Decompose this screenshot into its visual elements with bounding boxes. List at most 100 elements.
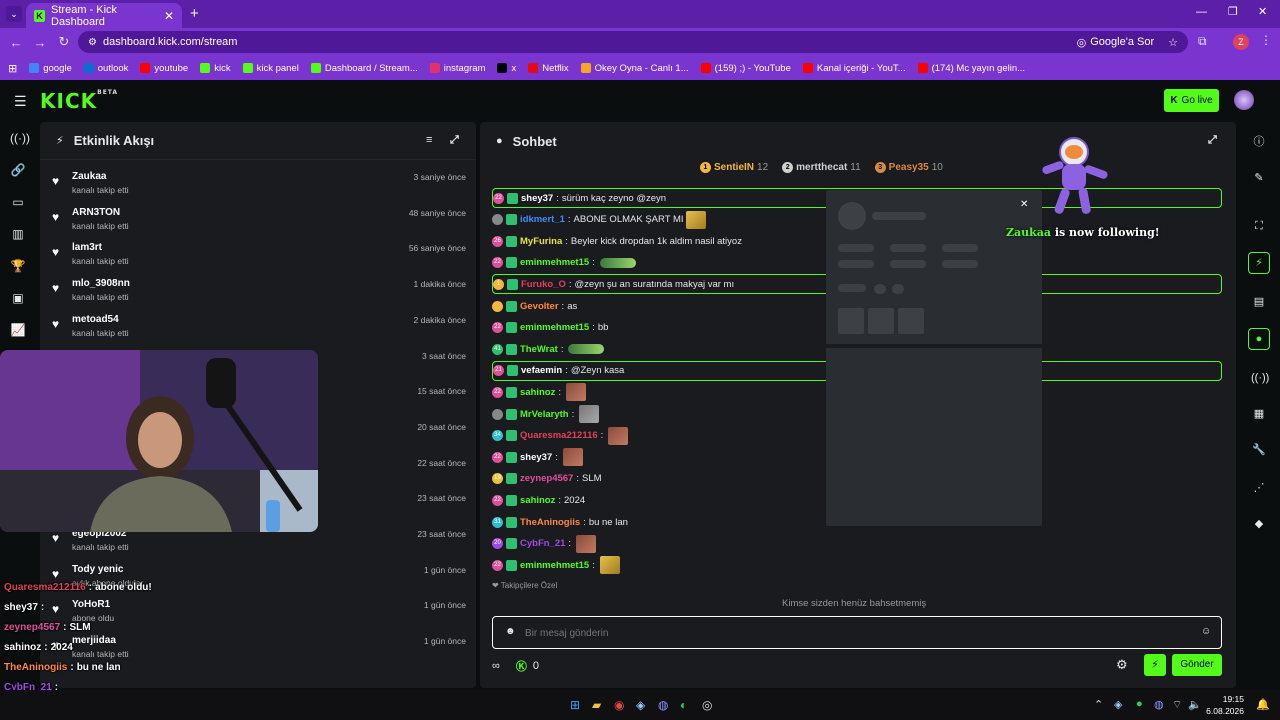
bookmark-item[interactable]: (159) ;) - YouTube xyxy=(700,63,791,74)
browser-menu-icon[interactable]: ⋮ xyxy=(1260,33,1272,47)
start-icon[interactable]: ⊞ xyxy=(570,698,580,712)
chat-username[interactable]: eminmehmet15 xyxy=(520,257,589,268)
bookmark-item[interactable]: Okey Oyna - Canlı 1... xyxy=(580,63,689,74)
filter-icon[interactable]: ≡ xyxy=(426,134,432,146)
emoji-icon[interactable]: ☺ xyxy=(1201,626,1211,637)
chat-username[interactable]: vefaemin xyxy=(521,365,562,376)
profile-avatar[interactable]: Z xyxy=(1233,34,1249,50)
bookmark-item[interactable]: Netflix xyxy=(528,63,569,74)
discord-icon[interactable]: ◍ xyxy=(658,698,668,712)
kick-bot-icon[interactable]: ⚡ xyxy=(1144,654,1166,676)
analytics-icon[interactable]: ▥ xyxy=(10,226,26,242)
notes-icon[interactable]: ▤ xyxy=(1251,294,1267,310)
bookmark-item[interactable]: Kanal içeriği - YouT... xyxy=(802,63,906,74)
address-bar[interactable]: ⚙ dashboard.kick.com/stream ◎ Google'a So… xyxy=(78,31,1188,53)
window-icon[interactable]: ▭ xyxy=(10,194,26,210)
leaderboard-entry[interactable]: 3 Peasy35 10 xyxy=(874,162,943,173)
ask-google-button[interactable]: ◎ Google'a Sor xyxy=(1077,36,1154,49)
overlay-close-icon[interactable]: ✕ xyxy=(1020,199,1028,210)
leaderboard-entry[interactable]: 1 SentieIN 12 xyxy=(700,162,768,173)
new-tab-button[interactable]: + xyxy=(190,5,199,22)
bookmark-item[interactable]: youtube xyxy=(140,63,188,74)
bookmark-item[interactable]: google xyxy=(29,63,72,74)
activity-event[interactable]: ♥ metoad54 kanalı takip etti 2 dakika önce xyxy=(40,309,476,345)
bookmark-item[interactable]: instagram xyxy=(429,63,485,74)
leaderboard-entry[interactable]: 2 mertthecat 11 xyxy=(782,162,861,173)
chat-username[interactable]: zeynep4567 xyxy=(520,473,573,484)
fullscreen-icon[interactable]: ⛶ xyxy=(1251,218,1267,234)
infinity-icon[interactable]: ∞ xyxy=(492,660,500,672)
restore-icon[interactable]: ❐ xyxy=(1228,5,1238,18)
go-live-button[interactable]: K Go live xyxy=(1164,89,1219,112)
trophy-icon[interactable]: 🏆 xyxy=(10,258,26,274)
chrome-icon[interactable]: ◉ xyxy=(614,698,624,712)
media-icon[interactable]: ▣ xyxy=(10,290,26,306)
tab-close-icon[interactable]: ✕ xyxy=(164,9,174,23)
chat-username[interactable]: Furuko_O xyxy=(521,279,566,290)
chat-settings-icon[interactable]: ⚙ xyxy=(1116,657,1128,673)
share-icon[interactable]: ⋰ xyxy=(1251,480,1267,496)
spotify-icon[interactable]: ◐ xyxy=(680,698,687,712)
tray-discord-icon[interactable]: ◍ xyxy=(1154,698,1164,711)
emote-picker-left-icon[interactable]: ☻ xyxy=(505,626,516,637)
activity-event[interactable]: ♥ ARN3TON kanalı takip etti 48 saniye önce xyxy=(40,202,476,238)
tray-steam-icon[interactable]: ◈ xyxy=(1114,698,1122,711)
tab-search-icon[interactable]: ⌄ xyxy=(6,6,22,22)
stats-icon[interactable]: 📈 xyxy=(10,322,26,338)
site-info-icon[interactable]: ⚙ xyxy=(88,37,97,48)
notifications-icon[interactable]: 🔔 xyxy=(1256,698,1270,711)
chat-username[interactable]: MrVelaryth xyxy=(520,409,569,420)
chat-username[interactable]: TheAninogiis xyxy=(520,517,580,528)
chat-username[interactable]: CybFn_21 xyxy=(520,538,565,549)
file-explorer-icon[interactable]: ▰ xyxy=(592,698,601,712)
wifi-icon[interactable]: ⌔ xyxy=(1172,698,1182,712)
chat-username[interactable]: idkmert_1 xyxy=(520,214,565,225)
broadcast-icon[interactable]: ((·)) xyxy=(1251,370,1269,386)
chat-message-input[interactable] xyxy=(525,623,1185,643)
bookmark-item[interactable]: x xyxy=(497,63,516,74)
activity-event[interactable]: ♥ mlo_3908nn kanalı takip etti 1 dakika önc… xyxy=(40,273,476,309)
live-stream-icon[interactable]: ((·)) xyxy=(10,130,30,146)
chat-username[interactable]: sahinoz xyxy=(520,387,555,398)
chat-username[interactable]: shey37 xyxy=(521,193,553,204)
popout-icon[interactable]: ⤢ xyxy=(450,134,459,147)
chat-username[interactable]: MyFurina xyxy=(520,236,562,247)
info-icon[interactable]: ⓘ xyxy=(1251,134,1267,150)
wrench-icon[interactable]: 🔧 xyxy=(1251,442,1267,458)
chat-username[interactable]: TheWrat xyxy=(520,344,558,355)
chat-popout-icon[interactable]: ⤢ xyxy=(1208,134,1217,147)
chat-username[interactable]: Quaresma212116 xyxy=(520,430,598,441)
back-icon[interactable]: ← xyxy=(4,30,28,54)
activity-event[interactable]: ♥ lam3rt kanalı takip etti 56 saniye önce xyxy=(40,237,476,273)
apps-grid-icon[interactable]: ⊞ xyxy=(8,62,17,75)
chat-message[interactable]: 20 CybFn_21: xyxy=(492,534,1222,554)
steam-icon[interactable]: ◈ xyxy=(636,698,645,712)
browser-tab-active[interactable]: K Stream - Kick Dashboard ✕ xyxy=(26,3,182,28)
tray-green-icon[interactable]: ● xyxy=(1136,698,1143,710)
storage-icon[interactable]: ▦ xyxy=(1251,406,1267,422)
chat-username[interactable]: eminmehmet15 xyxy=(520,322,589,333)
chat-message[interactable]: 22 eminmehmet15: xyxy=(492,555,1222,575)
extensions-icon[interactable]: ⧉ xyxy=(1198,34,1207,49)
chat-username[interactable]: eminmehmet15 xyxy=(520,560,589,571)
bookmark-star-icon[interactable]: ☆ xyxy=(1168,36,1178,49)
tray-chevron-icon[interactable]: ⌃ xyxy=(1094,698,1103,711)
user-avatar[interactable] xyxy=(1234,90,1254,110)
chat-input-box[interactable]: ☻ ☺ xyxy=(492,616,1222,649)
forward-icon[interactable]: → xyxy=(28,30,52,54)
hamburger-menu-icon[interactable]: ☰ xyxy=(14,93,27,110)
bookmark-item[interactable]: Dashboard / Stream... xyxy=(310,63,418,74)
activity-toggle-icon[interactable]: ⚡ xyxy=(1248,252,1270,274)
reload-icon[interactable]: ↻ xyxy=(52,30,76,54)
kick-logo[interactable]: KICKBETA xyxy=(40,89,118,113)
kick-points[interactable]: Ⓚ 0 xyxy=(516,658,539,674)
bookmark-item[interactable]: kick xyxy=(200,63,231,74)
bookmark-item[interactable]: kick panel xyxy=(242,63,299,74)
send-button[interactable]: Gönder xyxy=(1172,654,1222,676)
chat-username[interactable]: Gevolter xyxy=(520,301,559,312)
link-icon[interactable]: 🔗 xyxy=(10,162,26,178)
chat-username[interactable]: sahinoz xyxy=(520,495,555,506)
activity-event[interactable]: ♥ Zaukaa kanalı takip etti 3 saniye önce xyxy=(40,166,476,202)
shield-icon[interactable]: ◆ xyxy=(1251,516,1267,532)
bookmark-item[interactable]: outlook xyxy=(83,63,128,74)
